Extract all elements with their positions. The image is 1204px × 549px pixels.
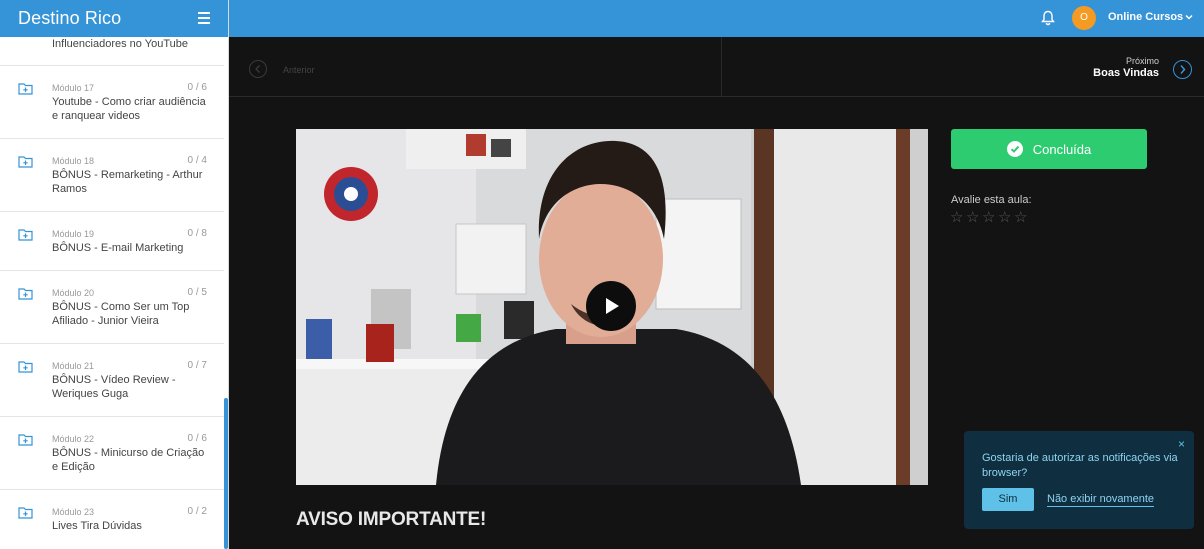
- sidebar-scrollbar-thumb[interactable]: [224, 398, 228, 549]
- folder-plus-icon: [18, 507, 33, 519]
- lesson-navigation: Anterior Próximo Boas Vindas: [229, 37, 1204, 97]
- chevron-right-icon: [1180, 65, 1186, 74]
- module-progress: 0 / 7: [187, 360, 207, 371]
- module-item[interactable]: Módulo 19 0 / 8 BÔNUS - E-mail Marketing: [0, 212, 224, 271]
- folder-plus-icon: [18, 83, 33, 95]
- play-icon: [606, 298, 619, 314]
- module-number: Módulo 22: [52, 434, 95, 444]
- rate-lesson-label: Avalie esta aula:: [951, 194, 1032, 206]
- module-progress: 0 / 6: [187, 82, 207, 93]
- module-title: BÔNUS - Vídeo Review - Weriques Guga: [52, 374, 176, 400]
- module-progress: 0 / 6: [187, 433, 207, 444]
- module-number: Módulo 19: [52, 229, 95, 239]
- module-item[interactable]: Módulo 23 0 / 2 Lives Tira Dúvidas: [0, 490, 224, 549]
- user-menu[interactable]: Online Cursos: [1108, 11, 1183, 23]
- module-progress: 0 / 4: [187, 155, 207, 166]
- module-title: Lives Tira Dúvidas: [52, 520, 142, 532]
- module-item[interactable]: Módulo 17 0 / 6 Youtube - Como criar aud…: [0, 66, 224, 139]
- play-button[interactable]: [586, 281, 636, 331]
- brand-bar: Destino Rico: [0, 0, 228, 37]
- module-title: BÔNUS - Remarketing - Arthur Ramos: [52, 169, 203, 195]
- module-number: Módulo 20: [52, 288, 95, 298]
- module-title: BÔNUS - Minicurso de Criação e Edição: [52, 447, 205, 473]
- sidebar: Destino Rico Influenciadores no YouTube …: [0, 0, 229, 549]
- module-item[interactable]: Módulo 20 0 / 5 BÔNUS - Como Ser um Top …: [0, 271, 224, 344]
- video-player[interactable]: [296, 129, 928, 485]
- next-lesson-title[interactable]: Boas Vindas: [1093, 67, 1159, 79]
- close-icon[interactable]: ×: [1178, 437, 1185, 451]
- module-title: BÔNUS - Como Ser um Top Afiliado - Junio…: [52, 301, 190, 327]
- notice-heading: AVISO IMPORTANTE!: [296, 509, 487, 530]
- module-number: Módulo 23: [52, 507, 95, 517]
- star-icon[interactable]: ☆: [1014, 210, 1030, 226]
- star-icon[interactable]: ☆: [998, 210, 1014, 226]
- notification-message: Gostaria de autorizar as notificações vi…: [982, 452, 1178, 479]
- folder-plus-icon: [18, 229, 33, 241]
- check-icon: [1006, 141, 1023, 157]
- module-progress: 0 / 5: [187, 287, 207, 298]
- brand-title[interactable]: Destino Rico: [18, 8, 121, 29]
- folder-plus-icon: [18, 288, 33, 300]
- dont-show-again-link[interactable]: Não exibir novamente: [1047, 493, 1155, 507]
- module-list: Influenciadores no YouTube Módulo 17 0 /…: [0, 37, 224, 549]
- module-item[interactable]: Módulo 22 0 / 6 BÔNUS - Minicurso de Cri…: [0, 417, 224, 490]
- module-item[interactable]: Módulo 18 0 / 4 BÔNUS - Remarketing - Ar…: [0, 139, 224, 212]
- module-title: Influenciadores no YouTube: [52, 38, 188, 50]
- star-icon[interactable]: ☆: [982, 210, 998, 226]
- mark-complete-button[interactable]: Concluída: [951, 129, 1147, 169]
- module-number: Módulo 21: [52, 361, 95, 371]
- notification-prompt: × Gostaria de autorizar as notificações …: [964, 431, 1194, 529]
- module-number: Módulo 17: [52, 83, 95, 93]
- folder-plus-icon: [18, 434, 33, 446]
- module-number: Módulo 18: [52, 156, 95, 166]
- next-lesson-button[interactable]: [1173, 60, 1192, 79]
- top-bar: O Online Cursos: [229, 0, 1204, 37]
- rating-stars: ☆ ☆ ☆ ☆ ☆: [950, 210, 1030, 226]
- previous-lesson-button[interactable]: [249, 60, 267, 78]
- allow-notifications-button[interactable]: Sim: [982, 488, 1034, 511]
- chevron-down-icon[interactable]: [1184, 12, 1194, 22]
- star-icon[interactable]: ☆: [950, 210, 966, 226]
- module-title: Youtube - Como criar audiência e ranquea…: [52, 96, 206, 122]
- avatar[interactable]: O: [1072, 6, 1096, 30]
- folder-plus-icon: [18, 156, 33, 168]
- module-title: BÔNUS - E-mail Marketing: [52, 242, 184, 254]
- previous-lesson-label[interactable]: Anterior: [283, 65, 315, 75]
- mark-complete-label: Concluída: [1032, 141, 1092, 157]
- star-icon[interactable]: ☆: [966, 210, 982, 226]
- module-item[interactable]: Módulo 21 0 / 7 BÔNUS - Vídeo Review - W…: [0, 344, 224, 417]
- module-progress: 0 / 2: [187, 506, 207, 517]
- next-lesson-caption: Próximo: [1125, 56, 1159, 66]
- module-item-partial[interactable]: Influenciadores no YouTube: [0, 37, 224, 66]
- bell-icon[interactable]: [1041, 10, 1055, 26]
- folder-plus-icon: [18, 361, 33, 373]
- menu-icon[interactable]: [198, 12, 210, 24]
- chevron-left-icon: [255, 65, 260, 73]
- nav-divider: [721, 37, 722, 97]
- module-progress: 0 / 8: [187, 228, 207, 239]
